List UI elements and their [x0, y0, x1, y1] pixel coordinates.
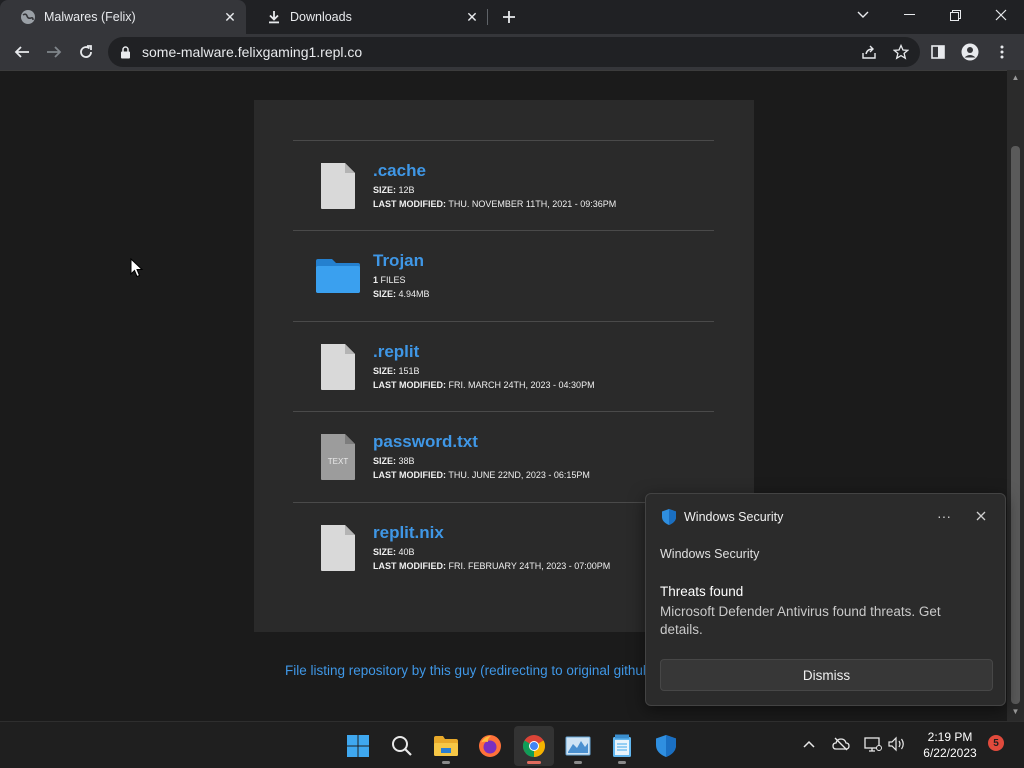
download-icon	[266, 9, 282, 25]
close-icon[interactable]	[969, 504, 993, 528]
performance-monitor-icon[interactable]	[558, 726, 598, 766]
more-options-icon[interactable]: ···	[932, 504, 956, 528]
volume-icon[interactable]	[885, 732, 909, 756]
forward-button[interactable]	[40, 38, 68, 66]
dismiss-button[interactable]: Dismiss	[660, 659, 993, 691]
network-icon[interactable]	[861, 732, 885, 756]
text-file-label: TEXT	[328, 457, 349, 466]
running-indicator	[442, 761, 450, 764]
restore-button[interactable]	[932, 0, 978, 30]
file-explorer-icon[interactable]	[426, 726, 466, 766]
side-panel-icon[interactable]	[924, 38, 952, 66]
clock-date: 6/22/2023	[923, 746, 977, 760]
tab-downloads[interactable]: Downloads ✕	[246, 0, 488, 34]
file-name-link[interactable]: password.txt	[373, 432, 478, 452]
reload-button[interactable]	[72, 38, 100, 66]
clock-time: 2:19 PM	[927, 730, 973, 744]
search-icon[interactable]	[382, 726, 422, 766]
mouse-cursor-icon	[130, 258, 144, 278]
scroll-down-arrow-icon[interactable]: ▼	[1011, 708, 1020, 716]
notepad-icon[interactable]	[602, 726, 642, 766]
notification-heading: Threats found	[660, 584, 744, 599]
chrome-icon[interactable]	[514, 726, 554, 766]
tab-title: Malwares (Felix)	[44, 10, 136, 24]
running-indicator	[574, 761, 582, 764]
file-size: SIZE: 40B	[373, 547, 415, 557]
file-count: 1 FILES	[373, 275, 406, 285]
onedrive-offline-icon[interactable]	[829, 732, 853, 756]
file-icon	[321, 163, 355, 209]
taskbar-clock[interactable]: 2:19 PM 6/22/2023	[918, 729, 982, 761]
file-row-trojan[interactable]: Trojan 1 FILES SIZE: 4.94MB	[293, 230, 714, 320]
start-windows-icon[interactable]	[338, 726, 378, 766]
text-file-icon: TEXT	[321, 434, 355, 480]
file-name-link[interactable]: .cache	[373, 161, 426, 181]
profile-icon[interactable]	[956, 38, 984, 66]
file-name-link[interactable]: .replit	[373, 342, 419, 362]
file-size: SIZE: 38B	[373, 456, 415, 466]
chevron-up-icon[interactable]	[797, 732, 821, 756]
tab-search-chevron-icon[interactable]	[840, 0, 886, 30]
scroll-up-arrow-icon[interactable]: ▲	[1011, 74, 1020, 82]
running-indicator	[527, 761, 541, 764]
notification-source: Windows Security	[660, 547, 760, 561]
running-indicator	[618, 761, 626, 764]
new-tab-button[interactable]	[498, 6, 520, 28]
file-size: SIZE: 151B	[373, 366, 420, 376]
file-modified: LAST MODIFIED: FRI. FEBRUARY 24TH, 2023 …	[373, 561, 611, 571]
address-bar[interactable]: some-malware.felixgaming1.repl.co	[108, 37, 920, 67]
browser-toolbar: some-malware.felixgaming1.repl.co	[0, 34, 1024, 70]
file-modified: LAST MODIFIED: FRI. MARCH 24TH, 2023 - 0…	[373, 380, 595, 390]
tab-strip: Malwares (Felix) ✕ Downloads ✕	[0, 0, 1024, 34]
menu-kebab-icon[interactable]	[988, 38, 1016, 66]
file-row-cache[interactable]: .cache SIZE: 12B LAST MODIFIED: THU. NOV…	[293, 140, 714, 230]
firefox-icon[interactable]	[470, 726, 510, 766]
taskbar: 2:19 PM 6/22/2023	[0, 721, 1024, 768]
notification-count-badge[interactable]: 5	[988, 735, 1004, 751]
file-modified: LAST MODIFIED: THU. NOVEMBER 11TH, 2021 …	[373, 199, 617, 209]
tab-title: Downloads	[290, 10, 352, 24]
close-icon[interactable]: ✕	[464, 9, 480, 25]
tab-malwares[interactable]: Malwares (Felix) ✕	[0, 0, 246, 34]
file-modified: LAST MODIFIED: THU. JUNE 22ND, 2023 - 06…	[373, 470, 590, 480]
windows-security-icon[interactable]	[646, 726, 686, 766]
close-icon[interactable]: ✕	[222, 9, 238, 25]
page-scrollbar[interactable]: ▲ ▼	[1007, 70, 1024, 721]
globe-icon	[20, 9, 36, 25]
tab-separator	[487, 9, 488, 25]
file-name-link[interactable]: replit.nix	[373, 523, 444, 543]
notification-body: Microsoft Defender Antivirus found threa…	[660, 604, 941, 637]
file-name-link[interactable]: Trojan	[373, 251, 424, 271]
file-row-replit[interactable]: .replit SIZE: 151B LAST MODIFIED: FRI. M…	[293, 321, 714, 411]
url-text: some-malware.felixgaming1.repl.co	[142, 44, 363, 60]
bookmark-star-icon[interactable]	[888, 39, 914, 65]
back-button[interactable]	[8, 38, 36, 66]
shield-icon	[662, 509, 676, 525]
footer-repo-link[interactable]: File listing repository by this guy (red…	[285, 663, 655, 678]
share-icon[interactable]	[856, 39, 882, 65]
file-row-password[interactable]: TEXT password.txt SIZE: 38B LAST MODIFIE…	[293, 411, 714, 501]
file-icon	[321, 344, 355, 390]
lock-icon[interactable]	[118, 45, 132, 59]
folder-icon	[316, 259, 360, 293]
file-size: SIZE: 4.94MB	[373, 289, 430, 299]
minimize-button[interactable]	[886, 0, 932, 30]
file-size: SIZE: 12B	[373, 185, 415, 195]
notification-app-name: Windows Security	[684, 510, 784, 524]
file-icon	[321, 525, 355, 571]
scroll-thumb[interactable]	[1011, 146, 1020, 704]
close-window-button[interactable]	[978, 0, 1024, 30]
windows-security-notification[interactable]: Windows Security ··· Windows Security Th…	[645, 493, 1006, 706]
